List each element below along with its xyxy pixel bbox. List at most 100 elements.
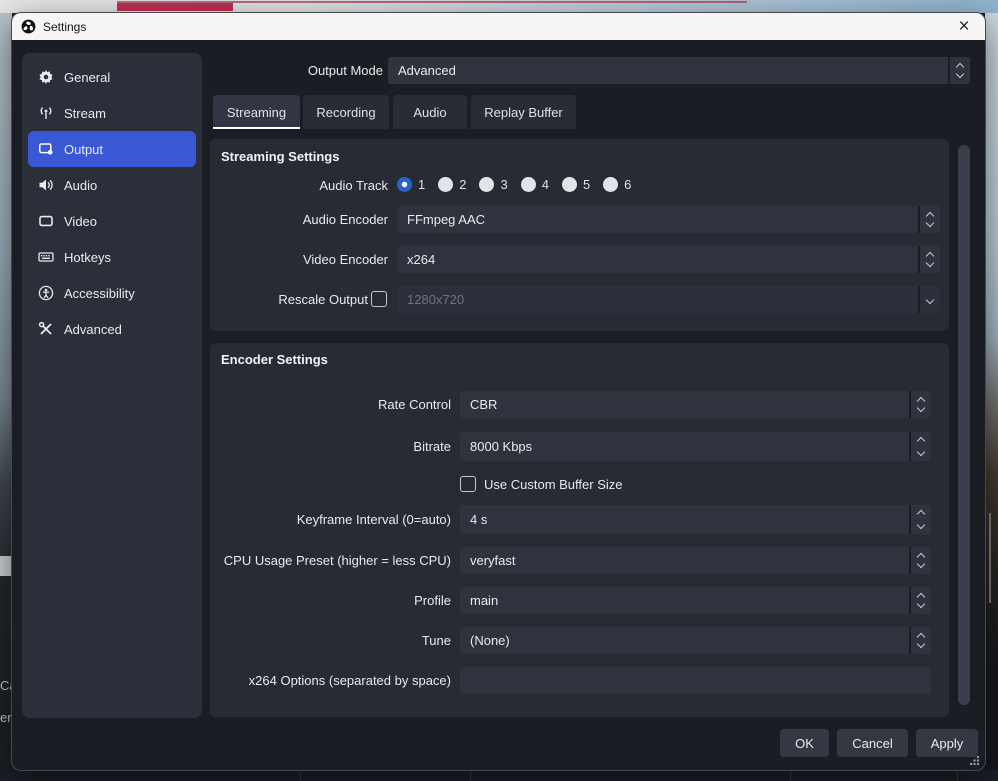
background-text-fragment: Ca: [0, 678, 12, 693]
radio-track-5[interactable]: [562, 177, 577, 192]
desktop-strip-bottom: [0, 770, 998, 781]
radio-label: 3: [500, 177, 507, 192]
tab-recording[interactable]: Recording: [303, 95, 389, 129]
settings-sidebar: General Stream Output Audio Video Hotkey…: [22, 53, 202, 718]
use-custom-buffer-checkbox[interactable]: [460, 476, 476, 492]
video-encoder-value: x264: [407, 252, 435, 267]
dialog-title: Settings: [43, 20, 86, 34]
cpu-preset-row: CPU Usage Preset (higher = less CPU) ver…: [210, 547, 949, 574]
spinner-buttons[interactable]: [948, 57, 970, 84]
x264-options-label: x264 Options (separated by space): [210, 667, 451, 694]
radio-track-1[interactable]: [397, 177, 412, 192]
rescale-output-row: Rescale Output 1280x720: [210, 286, 949, 313]
sidebar-item-accessibility[interactable]: Accessibility: [28, 275, 196, 311]
desktop-strip-top: [0, 0, 998, 13]
tune-value: (None): [470, 633, 510, 648]
radio-label: 2: [459, 177, 466, 192]
sidebar-item-label: Output: [64, 142, 103, 157]
rate-control-value: CBR: [470, 397, 497, 412]
radio-track-6[interactable]: [603, 177, 618, 192]
radio-track-4[interactable]: [521, 177, 536, 192]
audio-track-label: Audio Track: [210, 175, 388, 195]
apply-button[interactable]: Apply: [916, 729, 978, 757]
video-encoder-label: Video Encoder: [210, 246, 388, 273]
x264-options-row: x264 Options (separated by space): [210, 667, 949, 694]
sidebar-item-label: Video: [64, 214, 97, 229]
sidebar-item-audio[interactable]: Audio: [28, 167, 196, 203]
bitrate-value: 8000 Kbps: [470, 439, 532, 454]
rate-control-row: Rate Control CBR: [210, 391, 949, 418]
tab-replay-buffer[interactable]: Replay Buffer: [471, 95, 576, 129]
spinner-buttons[interactable]: [909, 547, 931, 574]
chevron-down-icon: [926, 295, 934, 303]
bitrate-spinbox[interactable]: 8000 Kbps: [460, 432, 931, 461]
rescale-output-checkbox[interactable]: [371, 291, 387, 307]
radio-track-3[interactable]: [479, 177, 494, 192]
spinner-buttons[interactable]: [909, 391, 931, 418]
chevron-down-icon: [926, 259, 934, 267]
radio-label: 6: [624, 177, 631, 192]
video-encoder-row: Video Encoder x264: [210, 246, 949, 273]
sidebar-item-output[interactable]: Output: [28, 131, 196, 167]
desktop-strip-left: Ca er: [0, 13, 12, 781]
sidebar-item-video[interactable]: Video: [28, 203, 196, 239]
monitor-icon: [37, 213, 54, 230]
rate-control-label: Rate Control: [210, 391, 451, 418]
output-icon: [37, 141, 54, 158]
spinner-buttons: [918, 286, 940, 313]
rescale-resolution-select[interactable]: 1280x720: [397, 286, 940, 313]
background-crimson-bar: [117, 3, 233, 11]
tab-label: Replay Buffer: [484, 105, 563, 120]
tab-streaming[interactable]: Streaming: [213, 95, 300, 129]
audio-encoder-label: Audio Encoder: [210, 206, 388, 233]
cancel-button[interactable]: Cancel: [837, 729, 908, 757]
audio-encoder-select[interactable]: FFmpeg AAC: [397, 206, 940, 233]
radio-label: 1: [418, 177, 425, 192]
sidebar-item-label: Accessibility: [64, 286, 135, 301]
tools-icon: [37, 321, 54, 338]
rate-control-select[interactable]: CBR: [460, 391, 931, 418]
x264-options-input[interactable]: [460, 667, 931, 694]
tab-audio[interactable]: Audio: [393, 95, 467, 129]
cpu-preset-select[interactable]: veryfast: [460, 547, 931, 574]
sidebar-item-stream[interactable]: Stream: [28, 95, 196, 131]
profile-row: Profile main: [210, 587, 949, 614]
resize-grip[interactable]: [970, 756, 979, 765]
cpu-preset-value: veryfast: [470, 553, 516, 568]
output-mode-select[interactable]: Advanced: [388, 57, 970, 84]
chevron-down-icon: [917, 521, 925, 529]
tune-select[interactable]: (None): [460, 627, 931, 654]
radio-track-2[interactable]: [438, 177, 453, 192]
profile-select[interactable]: main: [460, 587, 931, 614]
keyframe-interval-value: 4 s: [470, 512, 487, 527]
desktop-strip-right: [985, 13, 998, 781]
chevron-down-icon: [917, 600, 925, 608]
background-light-patch: [0, 556, 12, 576]
spinner-buttons[interactable]: [918, 206, 940, 233]
spinner-buttons[interactable]: [909, 627, 931, 654]
audio-track-radios: 1 2 3 4 5 6: [397, 177, 631, 192]
close-button[interactable]: ×: [943, 13, 985, 40]
obs-logo-icon: [21, 19, 36, 34]
chevron-down-icon: [956, 70, 964, 78]
keyboard-icon: [37, 249, 54, 266]
spinner-buttons[interactable]: [909, 432, 931, 461]
sidebar-item-hotkeys[interactable]: Hotkeys: [28, 239, 196, 275]
cpu-preset-label: CPU Usage Preset (higher = less CPU): [210, 547, 451, 574]
sidebar-item-advanced[interactable]: Advanced: [28, 311, 196, 347]
sidebar-item-label: Hotkeys: [64, 250, 111, 265]
chevron-down-icon: [917, 560, 925, 568]
spinner-buttons[interactable]: [909, 505, 931, 534]
title-bar[interactable]: Settings ×: [12, 13, 985, 40]
antenna-icon: [37, 105, 54, 122]
vertical-scrollbar-thumb[interactable]: [958, 145, 970, 705]
keyframe-interval-spinbox[interactable]: 4 s: [460, 505, 931, 534]
use-custom-buffer-row[interactable]: Use Custom Buffer Size: [460, 475, 622, 493]
tab-label: Streaming: [227, 105, 286, 120]
chevron-down-icon: [917, 404, 925, 412]
spinner-buttons[interactable]: [918, 246, 940, 273]
ok-button[interactable]: OK: [780, 729, 829, 757]
accessibility-icon: [37, 285, 54, 302]
spinner-buttons[interactable]: [909, 587, 931, 614]
video-encoder-select[interactable]: x264: [397, 246, 940, 273]
